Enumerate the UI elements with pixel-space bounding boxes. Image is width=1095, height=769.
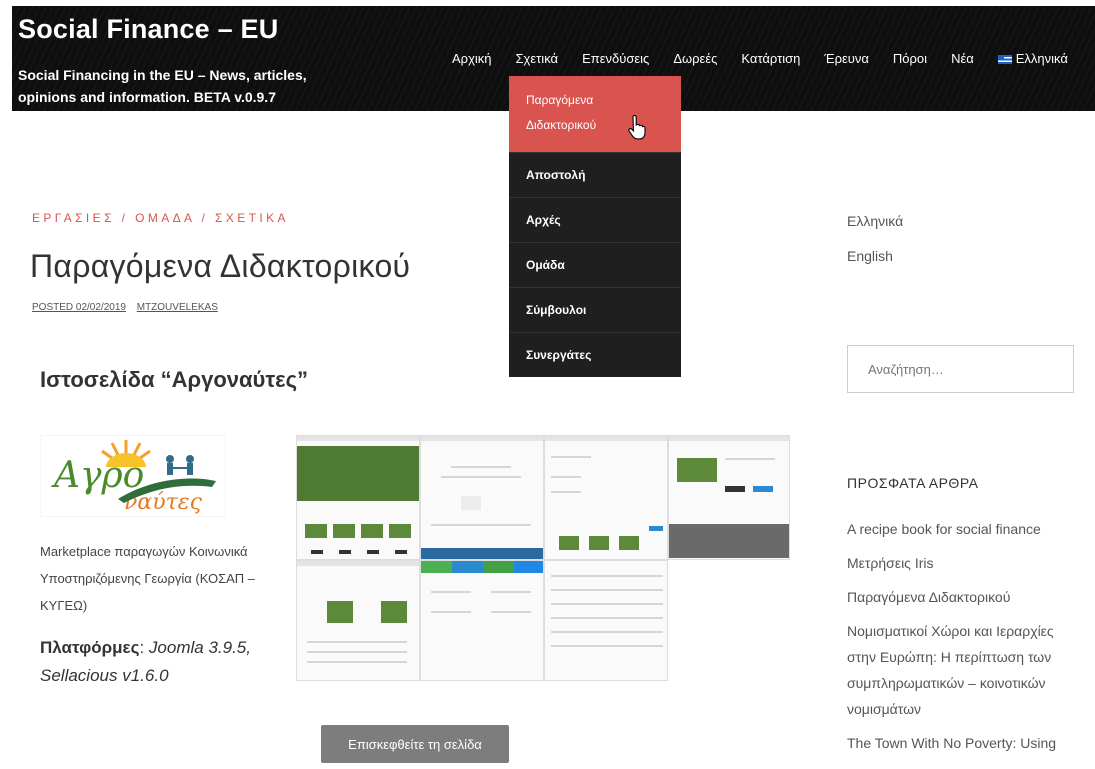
nav-item-language[interactable]: Ελληνικά (986, 49, 1068, 69)
section-title: Ιστοσελίδα “Αργοναύτες” (40, 367, 309, 392)
visit-site-button[interactable]: Επισκεφθείτε τη σελίδα (321, 725, 509, 763)
screenshot-category (420, 435, 544, 560)
screenshot-listing (296, 560, 420, 681)
nav-item-home[interactable]: Αρχική (440, 49, 504, 69)
post-author-link[interactable]: MTZOUVELEKAS (137, 302, 218, 313)
recent-post-link[interactable]: The Town With No Poverty: Using (847, 730, 1072, 756)
post-date-link[interactable]: POSTED 02/02/2019 (32, 302, 126, 313)
recent-posts-heading: ΠΡΟΣΦΑΤΑ ΑΡΘΡΑ (847, 475, 979, 491)
recent-post-link[interactable]: A recipe book for social finance (847, 516, 1072, 542)
nav-item-donations[interactable]: Δωρεές (661, 49, 729, 69)
site-description: Social Financing in the EU – News, artic… (18, 67, 307, 105)
nav-item-training[interactable]: Κατάρτιση (729, 49, 812, 69)
about-dropdown-menu: Παραγόμενα Διδακτορικού Αποστολή Αρχές Ο… (509, 76, 681, 377)
screenshot-dashboard (420, 560, 544, 681)
recent-post-link[interactable]: Μετρήσεις Iris (847, 550, 1072, 576)
hand-pointer-cursor-icon (628, 115, 646, 140)
recent-post-link[interactable]: Παραγόμενα Διδακτορικού (847, 584, 1072, 610)
language-link-english[interactable]: English (847, 248, 893, 264)
dropdown-item-principles[interactable]: Αρχές (509, 197, 681, 242)
search-input[interactable] (847, 345, 1074, 393)
screenshot-product (544, 435, 668, 560)
nav-item-investments[interactable]: Επενδύσεις (570, 49, 661, 69)
page-title: Παραγόμενα Διδακτορικού (30, 248, 411, 284)
nav-item-resources[interactable]: Πόροι (881, 49, 939, 69)
project-description: Marketplace παραγωγών Κοινωνικά Υποστηρι… (40, 544, 256, 613)
nav-item-about[interactable]: Σχετικά (504, 49, 571, 69)
recent-posts-list: A recipe book for social finance Μετρήσε… (847, 516, 1072, 764)
greek-flag-icon (997, 54, 1012, 64)
screenshot-product-detail (668, 435, 790, 560)
language-link-greek[interactable]: Ελληνικά (847, 213, 903, 229)
screenshot-homepage (296, 435, 420, 560)
website-screenshot-collage[interactable] (296, 435, 790, 681)
platforms-text: Πλατφόρμες: Joomla 3.9.5, Sellacious v1.… (40, 638, 251, 685)
category-breadcrumb[interactable]: ΕΡΓΑΣΙΕΣ / ΟΜΑΔΑ / ΣΧΕΤΙΚΑ (32, 211, 289, 225)
dropdown-item-mission[interactable]: Αποστολή (509, 152, 681, 197)
site-title[interactable]: Social Finance – EU (18, 14, 278, 45)
nav-item-research[interactable]: Έρευνα (812, 49, 881, 69)
dropdown-item-team[interactable]: Ομάδα (509, 242, 681, 287)
platforms-label: Πλατφόρμες (40, 638, 140, 657)
dropdown-item-partners[interactable]: Συνεργάτες (509, 332, 681, 377)
recent-post-link[interactable]: Νομισματικοί Χώροι και Ιεραρχίες στην Ευ… (847, 618, 1072, 722)
nav-item-news[interactable]: Νέα (939, 49, 986, 69)
post-meta: POSTED 02/02/2019 MTZOUVELEKAS (32, 302, 226, 313)
main-nav: Αρχική Σχετικά Επενδύσεις Δωρεές Κατάρτι… (440, 49, 1068, 69)
dropdown-item-advisors[interactable]: Σύμβουλοι (509, 287, 681, 332)
argonautes-logo: Αγρο ναύτες (40, 435, 226, 517)
dropdown-item-phd-outputs[interactable]: Παραγόμενα Διδακτορικού (509, 76, 681, 152)
screenshot-table (544, 560, 668, 681)
nav-language-label: Ελληνικά (1015, 51, 1068, 66)
